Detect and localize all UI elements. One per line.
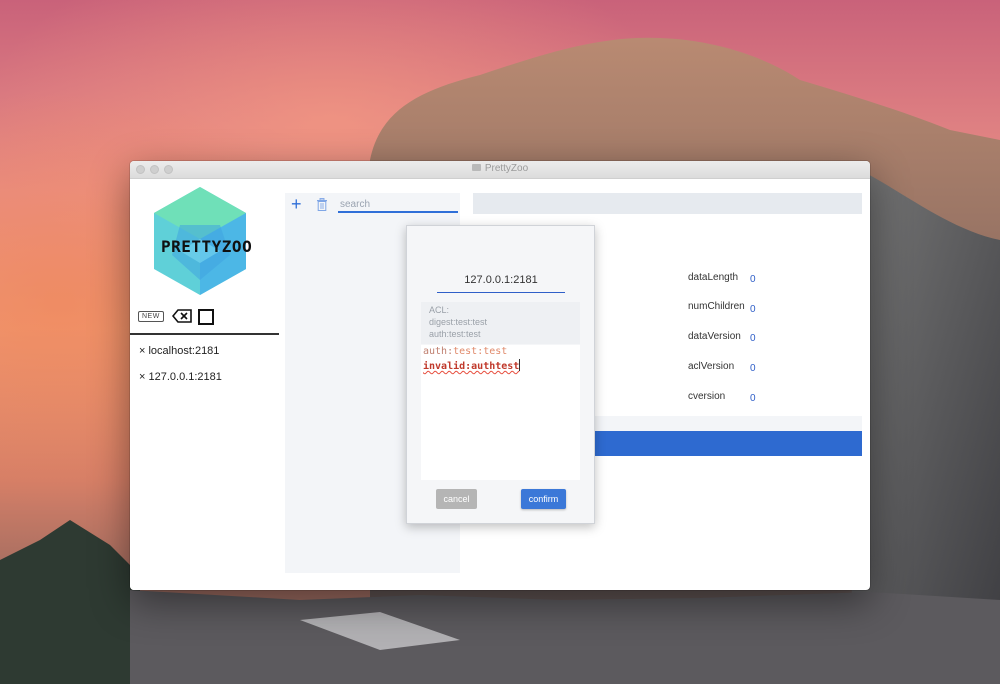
detail-header xyxy=(473,193,862,214)
acl-heading: ACL: xyxy=(429,305,450,315)
logo-text: PRETTYZOO xyxy=(161,237,253,256)
stat-label-numchildren: numChildren xyxy=(688,301,745,312)
acl-info-box: ACL: digest:test:test auth:test:test xyxy=(421,302,580,344)
stat-value-numchildren: 0 xyxy=(750,304,756,315)
stat-label-aclversion: aclVersion xyxy=(688,361,735,372)
add-auth-dialog: 127.0.0.1:2181 ACL: digest:test:test aut… xyxy=(406,225,595,524)
auth-scheme-token: auth: xyxy=(423,346,454,357)
dialog-host-underline xyxy=(437,292,565,293)
plus-icon[interactable]: + xyxy=(291,195,302,213)
auth-editor[interactable]: auth:test:test invalid:authtest xyxy=(421,345,580,480)
server-item-localhost[interactable]: × localhost:2181 xyxy=(139,345,219,357)
search-input[interactable] xyxy=(338,197,458,213)
delete-server-icon[interactable] xyxy=(172,309,192,323)
folder-icon xyxy=(471,164,481,171)
stat-value-datalength: 0 xyxy=(750,274,756,285)
maximize-icon[interactable] xyxy=(198,309,214,325)
stat-value-cversion: 0 xyxy=(750,393,756,404)
acl-auth-line: auth:test:test xyxy=(429,329,481,339)
sidebar: PRETTYZOO NEW × localhost:2181 × 127.0.0… xyxy=(130,179,279,590)
editor-line-2: invalid:authtest xyxy=(421,359,580,374)
sidebar-divider xyxy=(130,333,279,335)
text-caret xyxy=(519,359,521,371)
stat-value-aclversion: 0 xyxy=(750,363,756,374)
acl-digest-line: digest:test:test xyxy=(429,317,488,327)
save-bar[interactable] xyxy=(594,431,862,456)
confirm-button[interactable]: confirm xyxy=(521,489,566,509)
invalid-auth-token: invalid:authtest xyxy=(423,361,520,372)
window-title-text: PrettyZoo xyxy=(484,163,529,174)
editor-line-1: auth:test:test xyxy=(421,345,580,359)
trash-icon[interactable] xyxy=(316,198,328,211)
auth-value-token: test:test xyxy=(453,346,508,357)
title-bar: PrettyZoo xyxy=(130,161,870,179)
dialog-host-label: 127.0.0.1:2181 xyxy=(464,274,538,286)
new-server-button[interactable]: NEW xyxy=(138,311,164,322)
app-window: PrettyZoo PRETTYZOO NEW × localhost:2181… xyxy=(130,161,870,590)
stat-value-dataversion: 0 xyxy=(750,333,756,344)
window-title: PrettyZoo xyxy=(130,163,870,174)
stat-label-dataversion: dataVersion xyxy=(688,331,741,342)
server-item-127-0-0-1[interactable]: × 127.0.0.1:2181 xyxy=(139,371,222,383)
cancel-button[interactable]: cancel xyxy=(436,489,477,509)
stat-label-cversion: cversion xyxy=(688,391,726,402)
stat-label-datalength: dataLength xyxy=(688,272,739,283)
